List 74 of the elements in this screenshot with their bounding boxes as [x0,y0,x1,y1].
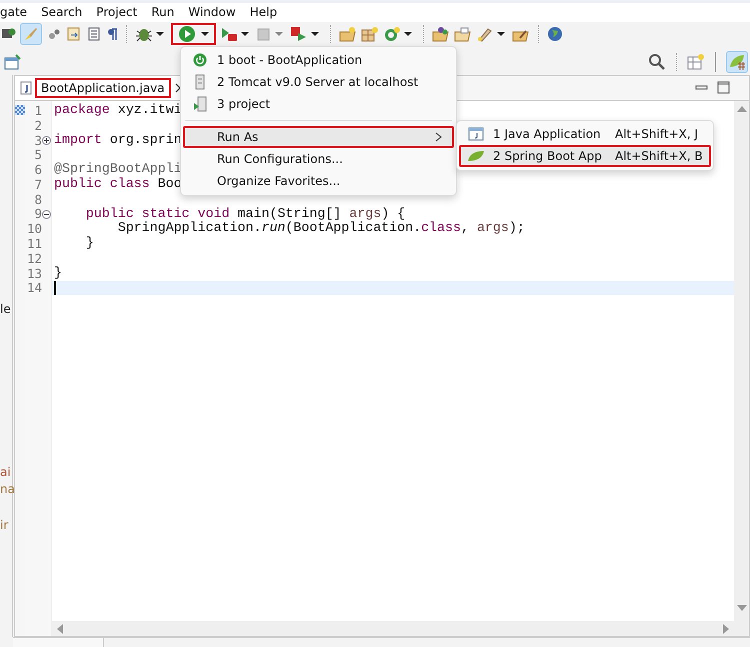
leaf-icon [467,150,485,162]
search-icon[interactable] [648,53,666,71]
text-cursor [54,280,56,295]
java-window-icon [468,127,484,141]
dropdown-icon[interactable] [311,31,319,37]
java-file-icon [20,81,32,95]
pen-icon[interactable] [476,26,494,42]
line-number: 11 [26,236,42,252]
code-line: } [54,266,62,281]
power-icon [193,53,207,67]
external-tool-icon[interactable] [290,26,308,42]
line-number: 14 [26,280,42,296]
dropdown-icon[interactable] [241,31,249,37]
menu-item[interactable]: Run Configurations... [183,148,454,170]
cut-off-text: ir [0,518,8,532]
chevron-right-icon [435,132,442,142]
line-number: 9 [34,206,42,222]
line-number: 12 [26,250,42,266]
line-number: 3 [34,132,42,148]
line-number: 13 [26,266,42,281]
folder-icon[interactable] [454,26,472,42]
run-button[interactable] [171,23,216,45]
code-line: import org.sprin [54,132,182,148]
dropdown-icon[interactable] [404,31,412,37]
leaf-button[interactable] [726,51,748,73]
brush-icon [23,26,39,42]
menu-item[interactable]: Project [89,4,144,21]
refresh-star-icon[interactable] [383,26,401,42]
menu-item[interactable]: Run As [183,126,454,148]
menu-item[interactable]: Help [242,4,284,21]
menu-item[interactable]: Window [181,4,243,21]
cut-off-text: ai [0,465,11,479]
line-number: 10 [26,221,42,236]
code-line: } [84,236,94,251]
maximize-icon[interactable] [717,81,731,95]
menu-item[interactable]: Organize Favorites... [183,170,454,192]
cut-off-text: na [0,482,15,496]
line-number: 2 [34,118,42,133]
grid-star-icon[interactable] [361,26,379,42]
expand-icon[interactable] [42,136,51,145]
code-line: package xyz.itwi [54,103,182,118]
line-number: 8 [34,192,42,207]
folder-icon[interactable] [432,26,450,42]
line-number: 1 [34,102,42,118]
overview-marker [15,105,25,115]
perspective-icon[interactable] [687,53,705,71]
document-icon[interactable] [86,26,102,42]
play-icon [178,25,196,43]
cut-off-text: le [0,302,11,316]
line-number: 7 [34,176,42,192]
folder-star-icon[interactable] [339,26,357,42]
menu-item[interactable]: Search [34,4,90,21]
code-line: @SpringBootAppli [54,162,182,177]
line-number: 6 [34,162,42,178]
dropdown-icon [201,31,209,37]
menu-item[interactable]: 1 boot - BootApplication [183,49,454,71]
menu-item[interactable]: gate [0,4,34,21]
menu-item[interactable]: Run [144,4,182,21]
code-line: SpringApplication.run(BootApplication.class, args); [116,221,525,236]
run-server-icon [193,96,207,112]
new-window-icon[interactable] [4,54,22,70]
bug-icon[interactable] [135,26,153,42]
dropdown-icon[interactable] [497,31,505,37]
run-server-icon[interactable] [220,26,238,42]
leaf-icon [728,53,746,71]
dropdown-icon[interactable] [156,31,164,37]
collapse-icon[interactable] [42,210,51,219]
globe-icon[interactable] [547,26,563,42]
paragraph-icon[interactable] [106,26,118,42]
server-icon [195,74,205,90]
menu-item[interactable]: 1 Java Application Alt+Shift+X, J [459,123,711,145]
code-line: public static void main(String[] args) { [84,206,406,221]
line-number: 5 [34,147,42,162]
menu-item[interactable]: 2 Spring Boot App Alt+Shift+X, B [459,145,711,167]
